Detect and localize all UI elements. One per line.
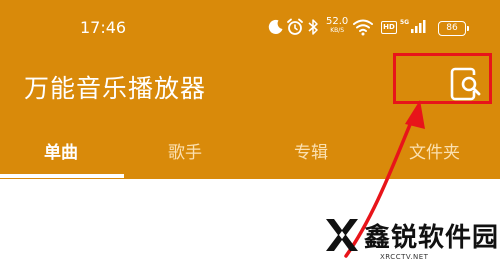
tab-artists[interactable]: 歌手 (168, 138, 202, 163)
status-time: 17:46 (80, 18, 127, 37)
tab-folders[interactable]: 文件夹 (409, 138, 460, 163)
watermark-url: XRCCTV.NET (380, 253, 429, 261)
tab-albums[interactable]: 专辑 (294, 138, 328, 163)
watermark-logo-icon (326, 219, 358, 251)
alarm-icon (287, 18, 303, 35)
net-speed-value: 52.0 (326, 16, 349, 27)
bluetooth-icon (308, 19, 318, 35)
moon-icon (268, 19, 283, 34)
tab-bar: 单曲 歌手 专辑 文件夹 (0, 130, 500, 179)
active-tab-indicator (0, 174, 124, 178)
signal-icon: 5G (400, 19, 426, 33)
signal-label: 5G (400, 19, 409, 26)
watermark: 鑫锐软件园 XRCCTV.NET (322, 213, 498, 263)
wifi-icon (353, 19, 373, 36)
app-header: 17:46 52.0 KB/S HD 5G 86 万能音乐播放器 单曲 歌手 专… (0, 0, 500, 179)
watermark-name: 鑫锐软件园 (364, 223, 500, 253)
battery-indicator: 86 (438, 21, 469, 36)
hd-badge: HD (381, 21, 397, 34)
net-speed-unit: KB/S (330, 27, 345, 34)
network-speed: 52.0 KB/S (326, 17, 348, 34)
tab-songs[interactable]: 单曲 (44, 138, 78, 163)
search-highlight-box (393, 53, 492, 104)
app-title: 万能音乐播放器 (24, 74, 207, 103)
